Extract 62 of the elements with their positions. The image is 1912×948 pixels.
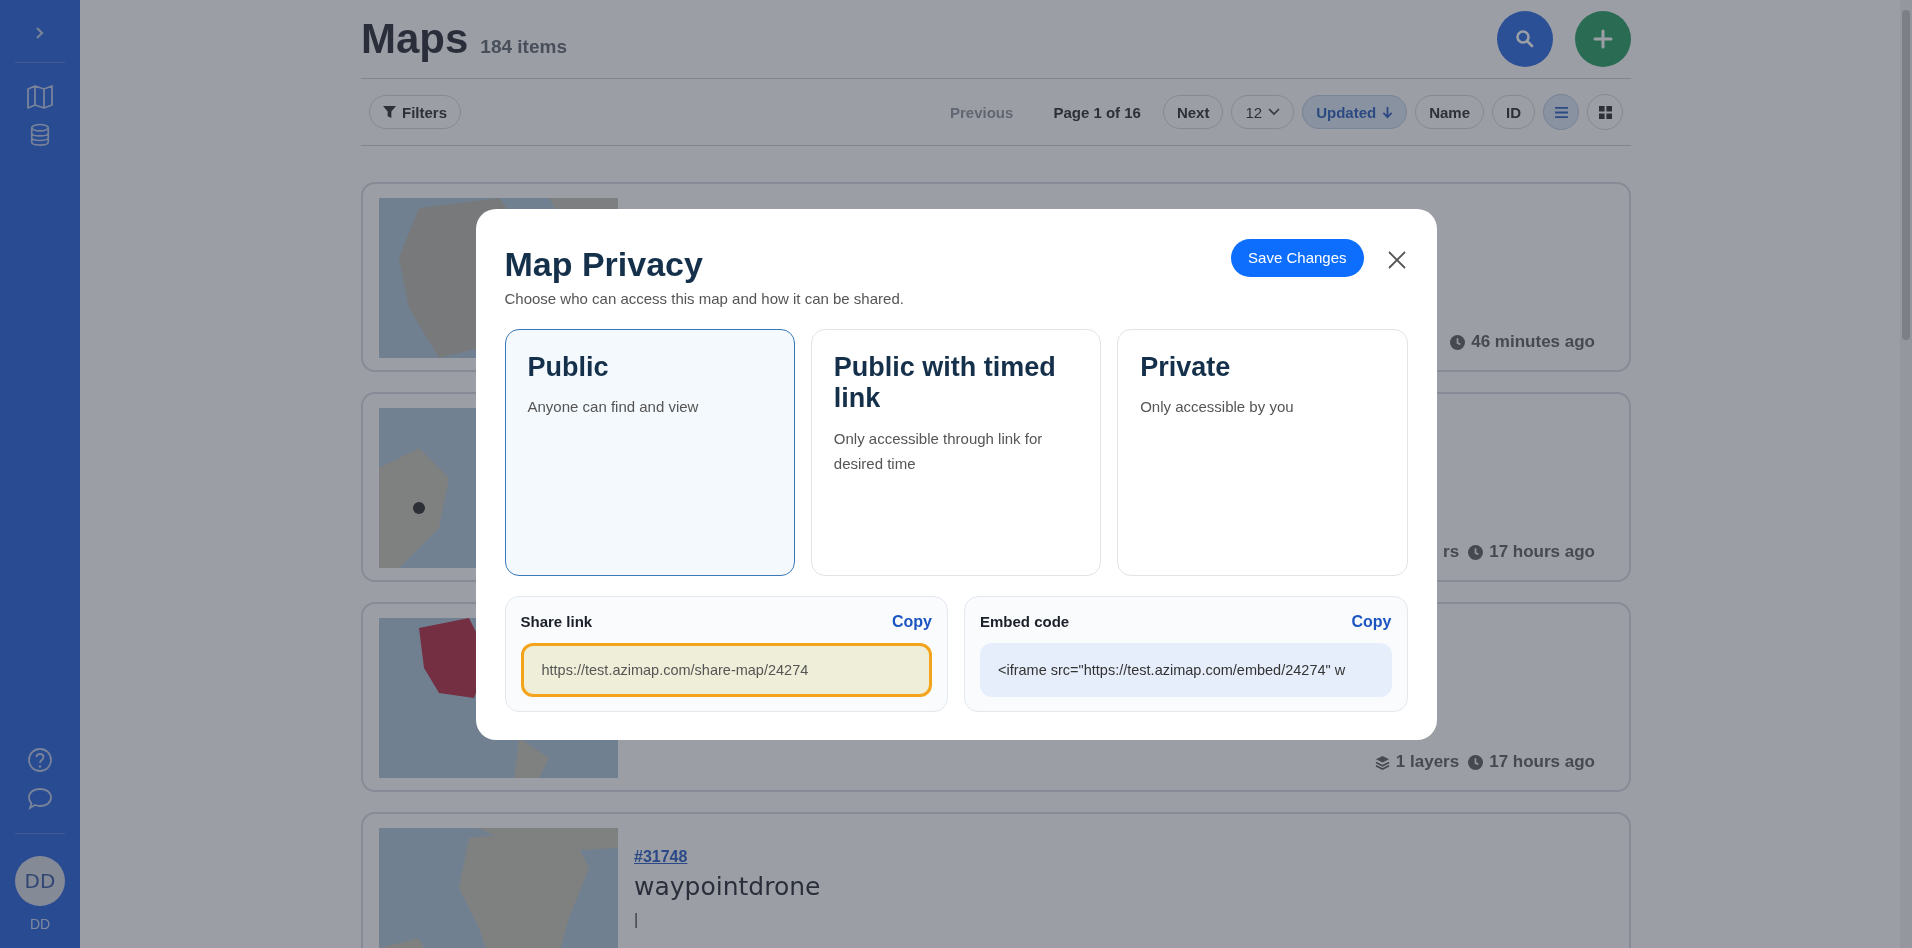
- updated-time: 46 minutes ago: [1471, 332, 1595, 352]
- chevron-right-icon[interactable]: [35, 26, 45, 40]
- search-button[interactable]: [1497, 11, 1553, 67]
- search-icon: [1515, 29, 1535, 49]
- close-button[interactable]: [1385, 248, 1408, 271]
- share-link-field[interactable]: https://test.azimap.com/share-map/24274: [520, 642, 932, 697]
- scrollbar-thumb[interactable]: [1902, 10, 1910, 340]
- copy-link[interactable]: Copy: [1351, 612, 1392, 631]
- save-changes-button[interactable]: Save Changes: [1231, 238, 1364, 277]
- grid-view-button[interactable]: [1587, 94, 1623, 130]
- page-indicator: Page 1 of 16: [1052, 103, 1142, 121]
- layers-icon: [1374, 754, 1390, 770]
- plus-icon: [1593, 29, 1613, 49]
- embed-code-field[interactable]: <iframe src="https://test.azimap.com/embed/24274" w: [980, 642, 1392, 697]
- option-title: Public: [527, 351, 610, 384]
- sort-button[interactable]: Name: [1415, 95, 1484, 129]
- layer-count: 1 layers: [1395, 752, 1460, 772]
- map-card[interactable]: #31748 waypointdrone |: [361, 812, 1631, 948]
- close-icon: [1387, 250, 1406, 269]
- option-description: Anyone can find and view: [527, 397, 700, 418]
- arrow-down-icon: [1382, 105, 1394, 119]
- option-description: Only accessible by you: [1140, 397, 1295, 418]
- updated-time: 17 hours ago: [1489, 752, 1595, 772]
- next-button[interactable]: Next: [1162, 95, 1224, 129]
- copy-link[interactable]: Copy: [892, 612, 932, 631]
- item-count: 184 items: [480, 36, 567, 58]
- map-id-link[interactable]: #31748: [634, 848, 688, 866]
- filter-icon: [383, 105, 396, 119]
- map-description: |: [634, 911, 640, 929]
- grid-icon: [1598, 105, 1612, 119]
- option-description: Only accessible through link for desired time: [833, 429, 1044, 474]
- help-icon[interactable]: [27, 747, 53, 773]
- scrollbar[interactable]: [1900, 0, 1912, 948]
- user-avatar[interactable]: DD: [15, 856, 65, 906]
- privacy-option[interactable]: Private Only accessible by you: [1117, 328, 1408, 576]
- dialog-subtitle: Choose who can access this map and how it can be shared.: [504, 289, 905, 307]
- user-name: DD: [29, 916, 51, 932]
- map-icon[interactable]: [26, 85, 54, 109]
- option-title: Public with timed link: [833, 351, 1057, 416]
- clock-icon: [1450, 334, 1466, 350]
- clock-icon: [1468, 544, 1484, 560]
- updated-time: 17 hours ago: [1489, 542, 1595, 562]
- page-size-select[interactable]: 12: [1231, 95, 1295, 129]
- database-icon[interactable]: [29, 123, 51, 147]
- dialog-title: Map Privacy: [504, 244, 704, 284]
- clock-icon: [1468, 754, 1484, 770]
- layer-count: rs: [1443, 542, 1460, 562]
- chat-icon[interactable]: [27, 787, 53, 811]
- option-title: Private: [1140, 351, 1232, 384]
- filters-button[interactable]: Filters: [369, 95, 461, 129]
- map-title: waypointdrone: [634, 872, 822, 901]
- page-title: Maps: [361, 15, 469, 63]
- embed-code-label: Embed code: [980, 613, 1070, 630]
- chevron-down-icon: [1268, 108, 1281, 116]
- share-link-label: Share link: [520, 613, 593, 630]
- list-view-button[interactable]: [1543, 94, 1579, 130]
- add-button[interactable]: [1575, 11, 1631, 67]
- privacy-option[interactable]: Public with timed link Only accessible through link for desired time: [810, 328, 1102, 576]
- privacy-option[interactable]: Public Anyone can find and view: [504, 328, 795, 576]
- sort-button[interactable]: Updated: [1302, 95, 1408, 129]
- list-icon: [1554, 106, 1568, 118]
- sort-button[interactable]: ID: [1492, 95, 1535, 129]
